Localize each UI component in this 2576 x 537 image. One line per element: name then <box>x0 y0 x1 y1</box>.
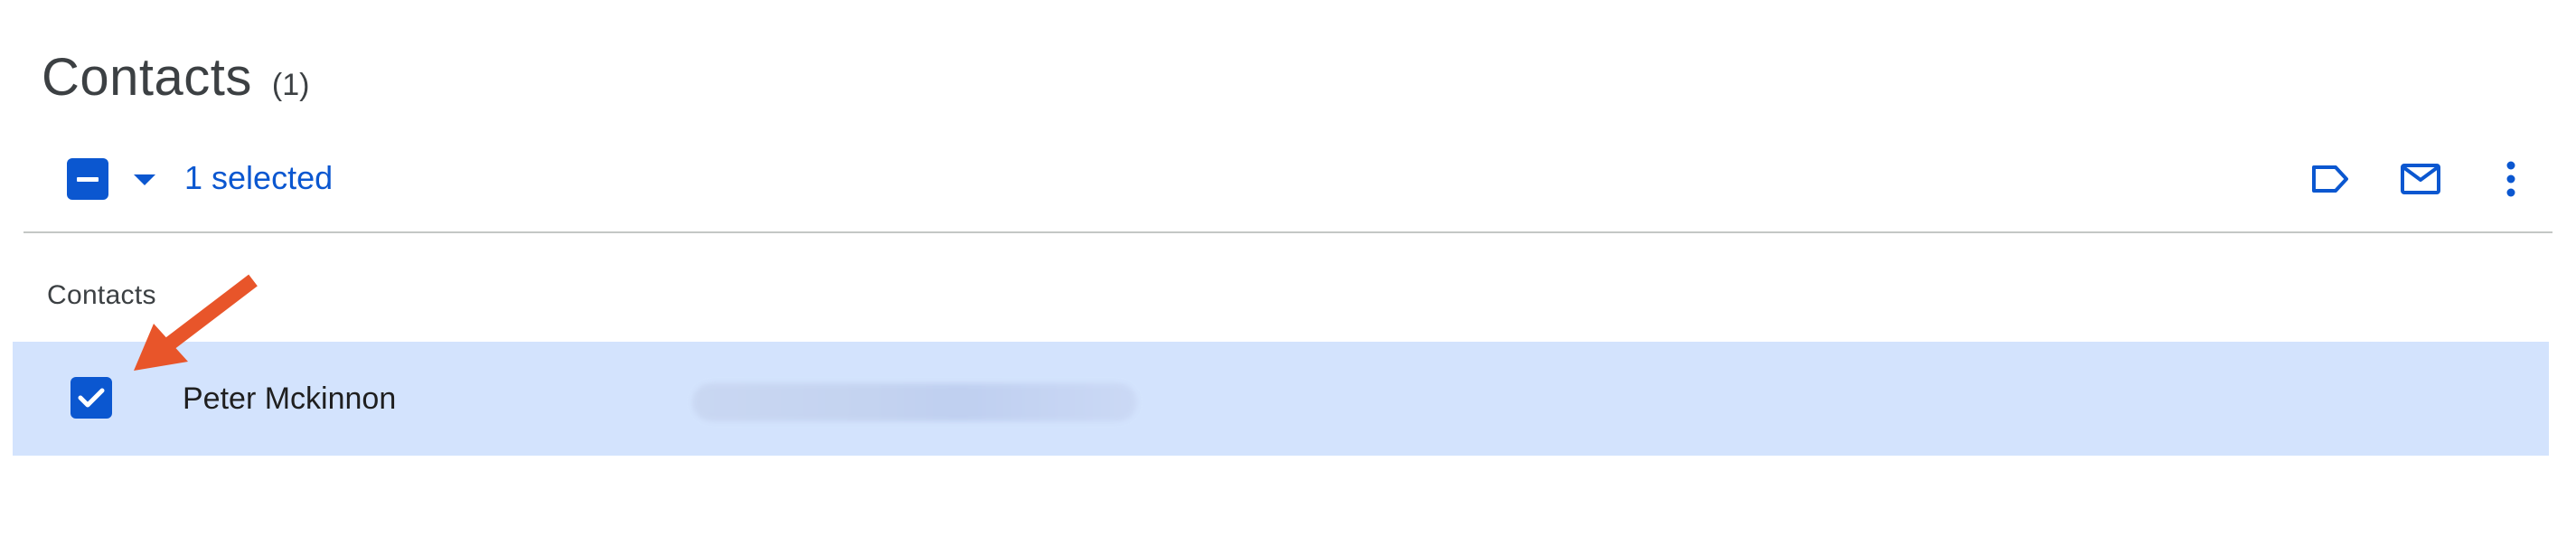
toolbar-actions <box>2269 150 2540 208</box>
contact-count: (1) <box>271 68 310 102</box>
page-header: Contacts (1) <box>42 47 309 108</box>
contacts-page: Contacts (1) 1 selected Contacts Peter M… <box>0 0 2576 537</box>
contact-name: Peter Mckinnon <box>183 382 397 416</box>
section-heading: Contacts <box>47 280 156 310</box>
select-all-checkbox[interactable] <box>67 158 108 200</box>
contact-email-blurred <box>692 383 1137 421</box>
page-title: Contacts <box>42 48 252 107</box>
select-options-dropdown[interactable] <box>127 166 163 193</box>
toolbar-divider <box>24 231 2552 233</box>
indeterminate-dash-icon <box>77 176 99 182</box>
contact-row[interactable]: Peter Mckinnon <box>13 342 2549 456</box>
selection-toolbar: 1 selected <box>22 143 2540 233</box>
more-actions-button[interactable] <box>2482 150 2540 208</box>
manage-labels-button[interactable] <box>2301 150 2359 208</box>
checkmark-icon <box>78 388 105 408</box>
selected-count-label[interactable]: 1 selected <box>184 159 333 197</box>
more-vert-icon <box>2506 161 2515 197</box>
label-icon <box>2312 165 2348 193</box>
arrow-drop-down-icon <box>134 174 155 185</box>
send-email-button[interactable] <box>2392 150 2449 208</box>
mail-icon <box>2401 164 2440 194</box>
contact-checkbox[interactable] <box>71 377 112 419</box>
